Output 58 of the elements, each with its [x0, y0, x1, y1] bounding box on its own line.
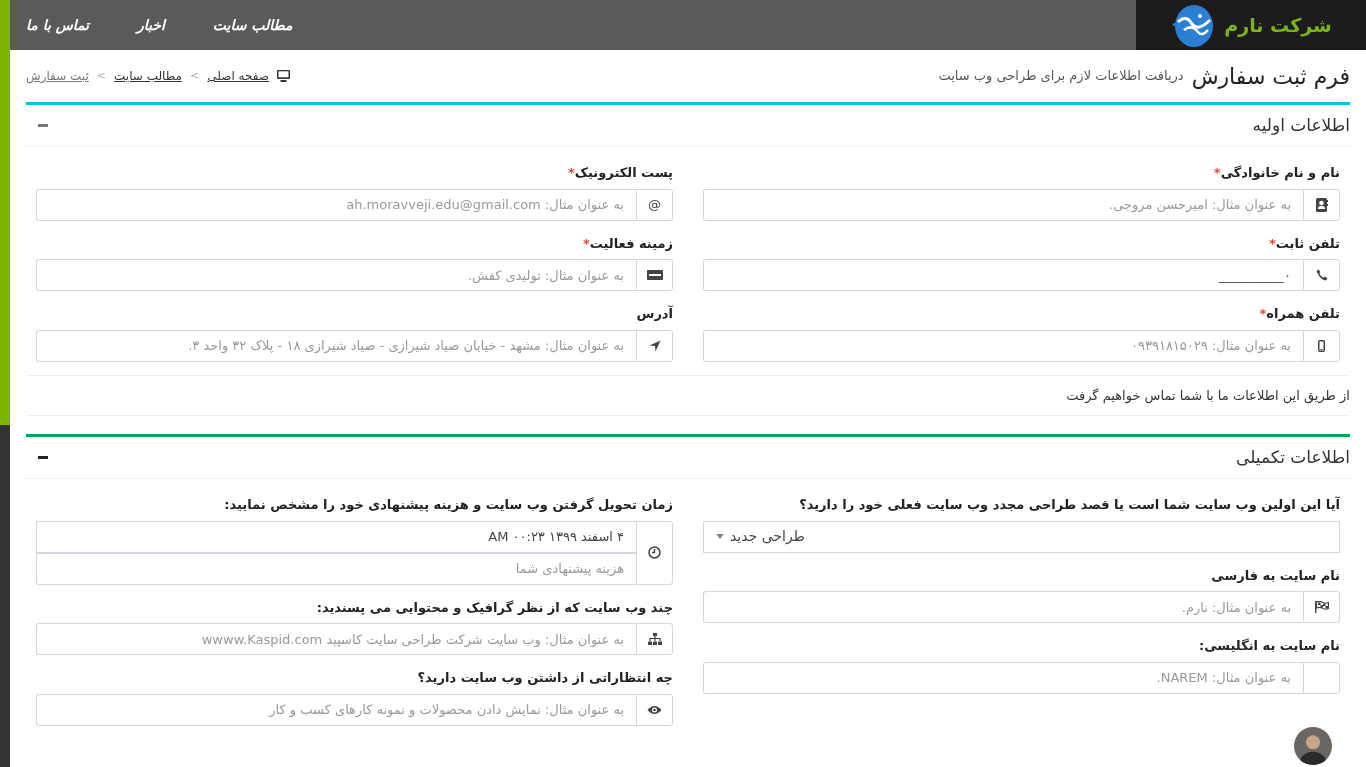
- select-dropdown[interactable]: طراحی جدید: [703, 520, 1340, 553]
- flag-icon: [1314, 601, 1329, 613]
- panel-title: اطلاعات اولیه: [1252, 113, 1350, 137]
- scrollbar-thumb[interactable]: [0, 0, 10, 425]
- info-note: از طریق این اطلاعات ما با شما تماس خواهیم گرفت: [26, 374, 1350, 416]
- card-icon: [646, 270, 663, 280]
- field-label: تلفن ثابت*: [1268, 234, 1340, 253]
- collapse-icon[interactable]: [38, 456, 48, 459]
- input-field[interactable]: ۴ اسفند ۱۳۹۹ ۰۰:۲۳ AM: [36, 520, 636, 553]
- input-field[interactable]: به عنوان مثال: نمایش دادن محصولات و نمونه کارهای کسب و کار: [36, 693, 636, 726]
- caret-icon: [716, 534, 724, 539]
- sitemap-icon: [647, 633, 662, 645]
- input-field[interactable]: به عنوان مثال: وب سایت شرکت طراحی سایت کاسپید wwww.Kaspid.com: [36, 623, 636, 655]
- field-label: پست الکترونیک*: [566, 164, 673, 182]
- input-field[interactable]: به عنوان مثال: ah.moravveji.edu@gmail.com: [36, 188, 636, 221]
- input-addon: [1303, 661, 1340, 694]
- input-field[interactable]: به عنوان مثال: NAREM.: [703, 661, 1303, 694]
- input-field[interactable]: به عنوان مثال: تولیدی کفش.: [36, 259, 636, 291]
- input-field[interactable]: به عنوان مثال: ۰۹۳۹۱۸۱۵۰۲۹: [703, 329, 1303, 362]
- breadcrumb-separator: >: [96, 67, 106, 84]
- input-field[interactable]: هزینه پیشنهادی شما: [36, 552, 636, 585]
- breadcrumb-link[interactable]: مطالب سایت: [114, 67, 183, 85]
- field-label: زمان تحویل گرفتن وب سایت و هزینه پیشنهادی خود را مشخص نمایید:: [223, 496, 673, 514]
- collapse-icon[interactable]: [38, 124, 48, 127]
- select-value: طراحی جدید: [730, 527, 805, 546]
- clock-icon: [648, 546, 661, 559]
- location-arrow-icon: [648, 339, 661, 352]
- phone-icon: [1315, 269, 1328, 281]
- input-field[interactable]: به عنوان مثال: مشهد - خیابان صیاد شیرازی - صیاد شیرازی ۱۸ - پلاک ۳۲ واحد ۳.: [36, 329, 636, 362]
- field-label: تلفن همراه*: [1258, 305, 1340, 323]
- input-field[interactable]: به عنوان مثال: امیرحسن مروجی.: [703, 188, 1303, 221]
- field-label: زمینه فعالیت*: [581, 234, 673, 253]
- brand-name[interactable]: شرکت نارم: [1224, 10, 1332, 40]
- field-label: نام سایت به فارسی: [1210, 566, 1340, 585]
- nav-link[interactable]: مطالب سایت: [212, 14, 293, 36]
- field-label: چند وب سایت که از نظر گرافیک و محتوایی می پسندید:: [315, 598, 673, 617]
- page-title: فرم ثبت سفارش: [1191, 62, 1350, 91]
- nav-link[interactable]: تماس با ما: [26, 14, 90, 36]
- breadcrumb-link[interactable]: ثبت سفارش: [26, 67, 89, 85]
- breadcrumb-separator: >: [190, 67, 200, 84]
- avatar[interactable]: [1294, 727, 1332, 765]
- breadcrumb-link[interactable]: صفحه اصلی: [207, 67, 269, 85]
- field-label: آیا این اولین وب سایت شما است یا قصد طراحی مجدد وب سایت فعلی خود را دارید؟: [798, 495, 1340, 514]
- field-label: نام سایت به انگلیسی:: [1197, 637, 1340, 656]
- monitor-icon: [277, 70, 290, 82]
- nav-link[interactable]: اخبار: [137, 14, 165, 36]
- mobile-phone-icon: [1318, 339, 1325, 352]
- page-subtitle: دریافت اطلاعات لازم برای طراحی وب سایت: [938, 67, 1184, 86]
- eye-icon: [647, 704, 662, 715]
- input-field[interactable]: ۰__________: [703, 259, 1303, 291]
- field-label: آدرس: [635, 304, 673, 323]
- contact-book-icon: [1315, 197, 1328, 212]
- scrollbar[interactable]: [0, 0, 10, 767]
- panel-title: اطلاعات تکمیلی: [1236, 445, 1350, 469]
- field-label: نام و نام خانوادگی*: [1212, 164, 1340, 183]
- field-label: چه انتظاراتی از داشتن وب سایت دارید؟: [416, 669, 673, 687]
- at-sign: @: [648, 195, 661, 214]
- input-field[interactable]: به عنوان مثال: نارم.: [703, 591, 1303, 623]
